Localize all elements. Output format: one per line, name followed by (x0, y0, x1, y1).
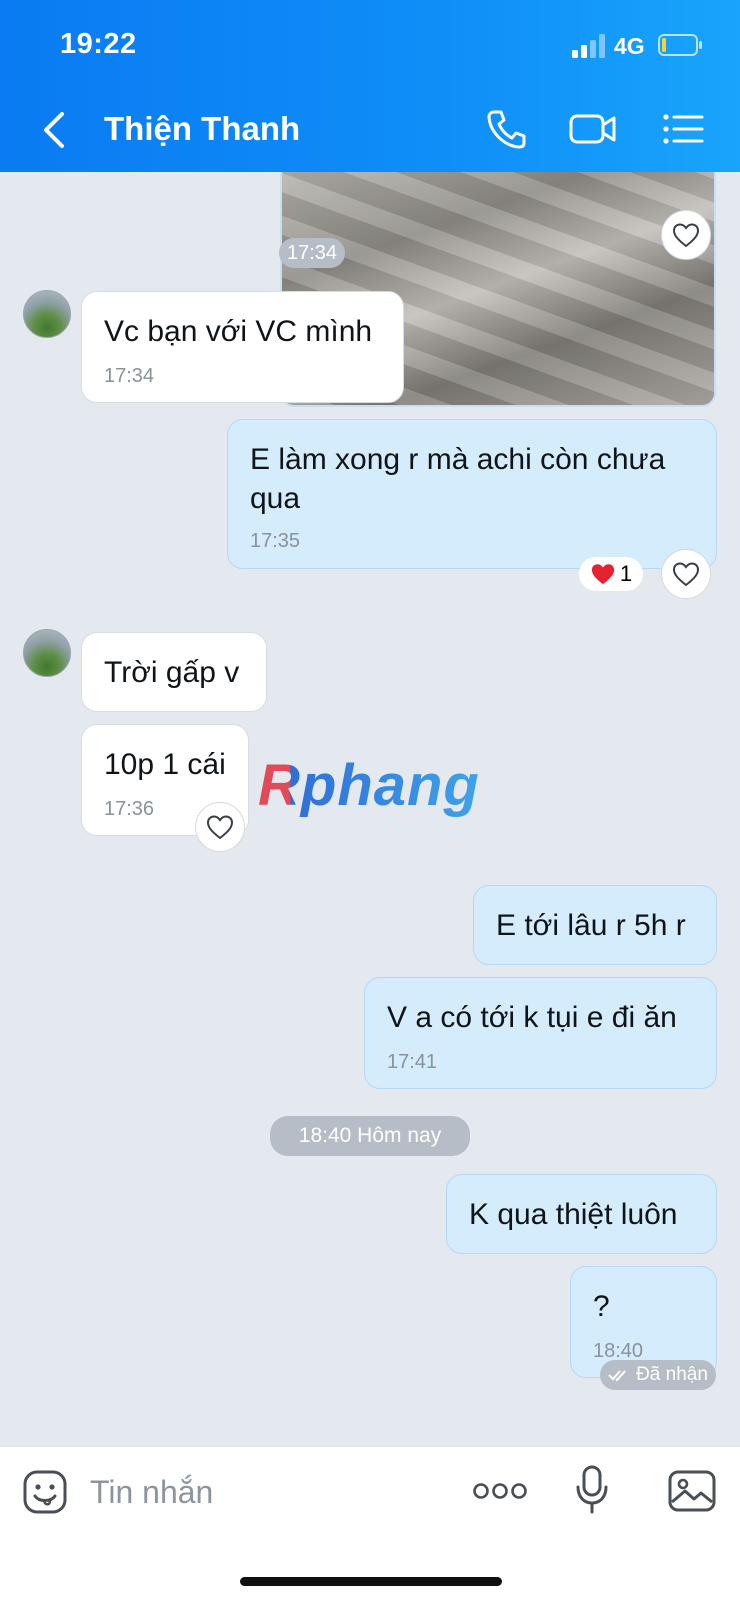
more-dots-icon[interactable] (472, 1477, 528, 1505)
message-text: K qua thiệt luôn (469, 1198, 678, 1231)
message-time: 17:36 (104, 798, 155, 820)
heart-outline-icon (672, 562, 700, 587)
emoji-icon[interactable] (22, 1469, 68, 1515)
menu-list-icon[interactable] (662, 106, 704, 152)
message-time: 17:34 (104, 365, 155, 387)
chat-header: 19:22 4G Thiện Thanh (0, 0, 740, 172)
seen-status: Đã nhận (600, 1360, 716, 1390)
back-icon[interactable] (38, 108, 72, 152)
watermark: Rphang (258, 753, 480, 818)
image-time: 17:34 (279, 238, 345, 268)
outgoing-message[interactable]: E tới lâu r 5h r (473, 885, 717, 965)
reaction-count: 1 (619, 561, 633, 586)
message-text: Vc bạn với VC mình (104, 315, 373, 348)
video-call-icon[interactable] (568, 106, 618, 152)
incoming-message[interactable]: Trời gấp v (81, 632, 267, 712)
react-button[interactable] (661, 549, 711, 599)
date-divider: 18:40 Hôm nay (270, 1116, 470, 1156)
message-text: 10p 1 cái (104, 748, 226, 781)
react-button[interactable] (195, 802, 245, 852)
message-text: ? (593, 1290, 610, 1323)
phone-icon[interactable] (484, 106, 530, 152)
outgoing-message[interactable]: K qua thiệt luôn (446, 1174, 717, 1254)
heart-icon (591, 564, 614, 585)
microphone-icon[interactable] (574, 1465, 610, 1515)
incoming-message[interactable]: Vc bạn với VC mình 17:34 (81, 291, 404, 403)
seen-status-label: Đã nhận (636, 1364, 708, 1385)
message-text: E tới lâu r 5h r (496, 909, 686, 942)
battery-icon (658, 34, 702, 56)
message-time: 17:35 (250, 530, 301, 552)
avatar[interactable] (23, 290, 71, 338)
status-time: 19:22 (60, 28, 137, 60)
outgoing-message[interactable]: V a có tới k tụi e đi ăn 17:41 (364, 977, 717, 1089)
heart-outline-icon (206, 815, 234, 840)
contact-name[interactable]: Thiện Thanh (104, 110, 300, 148)
message-text: E làm xong r mà achi còn chưa qua (250, 443, 666, 515)
reaction-badge[interactable]: 1 (579, 557, 643, 591)
message-input-bar (0, 1446, 740, 1601)
image-icon[interactable] (668, 1469, 716, 1513)
message-input[interactable] (88, 1467, 422, 1517)
heart-outline-icon (672, 223, 700, 248)
react-button[interactable] (661, 210, 711, 260)
network-type: 4G (614, 33, 645, 59)
double-check-icon (608, 1370, 626, 1382)
message-text: V a có tới k tụi e đi ăn (387, 1001, 677, 1034)
avatar[interactable] (23, 629, 71, 677)
signal-icon (572, 34, 605, 58)
outgoing-message[interactable]: E làm xong r mà achi còn chưa qua 17:35 (227, 419, 717, 569)
message-text: Trời gấp v (104, 656, 240, 689)
message-list[interactable]: 17:34 Vc bạn với VC mình 17:34 E làm xon… (0, 172, 740, 1447)
home-indicator (240, 1577, 502, 1586)
message-time: 17:41 (387, 1051, 438, 1073)
